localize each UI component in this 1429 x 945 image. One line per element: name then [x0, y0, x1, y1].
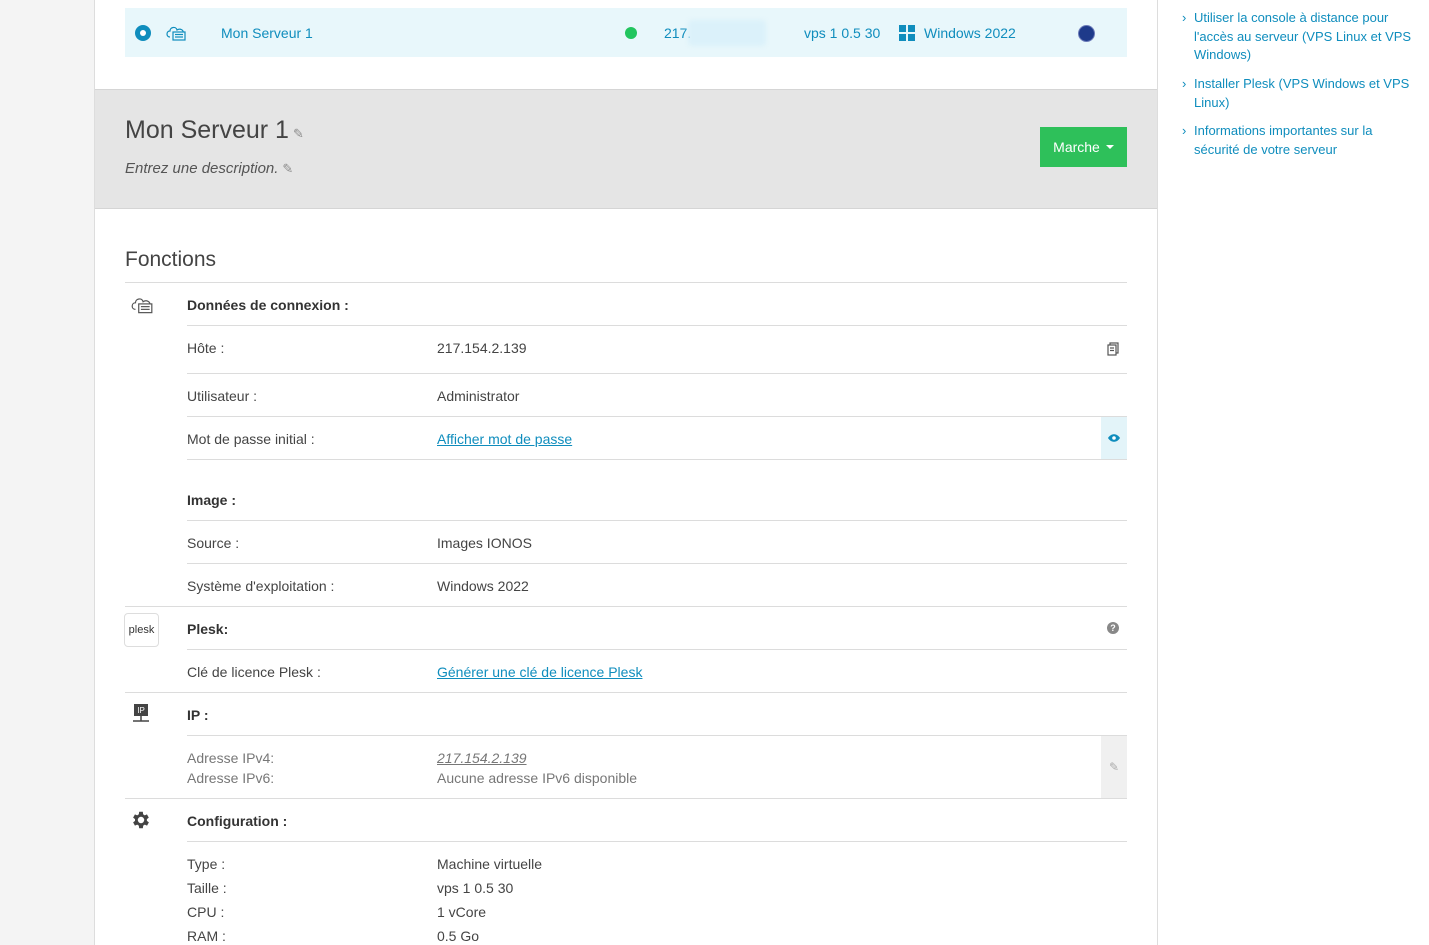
copy-icon[interactable] — [1107, 342, 1119, 359]
plesk-heading: Plesk: — [187, 621, 229, 637]
pencil-icon: ✎ — [1108, 760, 1120, 774]
server-header: Mon Serveur 1 ✎ Entrez une description. ✎ … — [95, 89, 1157, 209]
os-value: Windows 2022 — [437, 578, 529, 594]
server-description[interactable]: Entrez une description. ✎ — [125, 160, 293, 177]
server-title-text: Mon Serveur 1 — [125, 116, 289, 144]
connection-heading: Données de connexion : — [187, 297, 349, 313]
type-value: Machine virtuelle — [437, 856, 543, 872]
sidebar-link-install-plesk[interactable]: › Installer Plesk (VPS Windows et VPS Li… — [1182, 75, 1419, 112]
divider — [125, 798, 1127, 799]
divider — [187, 459, 1127, 460]
divider — [187, 325, 1127, 326]
divider — [125, 606, 1127, 607]
ipv4-label: Adresse IPv4: — [187, 750, 275, 766]
power-dropdown-button[interactable]: Marche — [1040, 127, 1127, 167]
cloud-server-icon — [165, 24, 187, 45]
help-icon[interactable]: ? — [1107, 622, 1119, 634]
edit-description-pencil-icon[interactable]: ✎ — [282, 161, 293, 177]
divider — [187, 735, 1127, 736]
show-password-link[interactable]: Afficher mot de passe — [437, 431, 572, 447]
password-label: Mot de passe initial : — [187, 431, 315, 447]
divider — [187, 520, 1127, 521]
chevron-right-icon: › — [1182, 123, 1187, 138]
host-value: 217.154.2.139 — [437, 340, 527, 356]
chevron-right-icon: › — [1182, 10, 1187, 25]
power-button-label: Marche — [1053, 139, 1100, 155]
plesk-logo: plesk — [124, 613, 159, 647]
cloud-server-icon — [130, 295, 154, 318]
status-running-dot — [625, 26, 637, 39]
config-heading: Configuration : — [187, 813, 288, 829]
divider — [187, 841, 1127, 842]
size-value: vps 1 0.5 30 — [437, 880, 514, 896]
sidebar-link-text: Informations importantes sur la sécurité… — [1194, 123, 1373, 157]
server-row-name[interactable]: Mon Serveur 1 — [221, 25, 313, 41]
ip-network-icon: IP — [131, 704, 151, 727]
caret-down-icon — [1105, 145, 1114, 149]
sidebar-link-text: Utiliser la console à distance pour l'ac… — [1194, 10, 1412, 62]
source-value: Images IONOS — [437, 535, 532, 551]
image-heading: Image : — [187, 492, 237, 508]
generate-plesk-license-link[interactable]: Générer une clé de licence Plesk — [437, 664, 642, 680]
windows-icon — [899, 25, 915, 41]
server-select-radio[interactable] — [135, 24, 151, 41]
sidebar-link-remote-console[interactable]: › Utiliser la console à distance pour l'… — [1182, 9, 1419, 65]
divider — [125, 692, 1127, 693]
plesk-license-label: Clé de licence Plesk : — [187, 664, 321, 680]
user-value: Administrator — [437, 388, 520, 404]
edit-ip-button[interactable]: ✎ — [1101, 736, 1127, 798]
ram-value: 0.5 Go — [437, 928, 480, 944]
server-list-row[interactable]: Mon Serveur 1 217. vps 1 0.5 30 Windows … — [125, 8, 1127, 57]
help-sidebar: › Utiliser la console à distance pour l'… — [1158, 0, 1429, 945]
description-placeholder: Entrez une description. — [125, 160, 279, 177]
ipv4-value[interactable]: 217.154.2.139 — [437, 750, 527, 766]
server-row-os: Windows 2022 — [924, 24, 1016, 41]
server-row-plan: vps 1 0.5 30 — [804, 24, 881, 41]
divider — [187, 649, 1127, 650]
host-label: Hôte : — [187, 340, 225, 356]
os-label: Système d'exploitation : — [187, 578, 335, 594]
divider — [187, 416, 1127, 417]
sidebar-link-security-info[interactable]: › Informations importantes sur la sécuri… — [1182, 122, 1419, 159]
ipv6-value: Aucune adresse IPv6 disponible — [437, 770, 638, 786]
server-title: Mon Serveur 1 ✎ — [125, 116, 304, 145]
ipv6-label: Adresse IPv6: — [187, 770, 275, 786]
eye-icon — [1108, 434, 1120, 442]
cpu-label: CPU : — [187, 904, 225, 920]
ip-redaction-blur — [688, 20, 766, 46]
gear-icon — [130, 809, 152, 834]
eu-flag-icon — [1078, 25, 1095, 42]
ram-label: RAM : — [187, 928, 226, 944]
divider — [187, 373, 1127, 374]
main-panel: Mon Serveur 1 217. vps 1 0.5 30 Windows … — [94, 0, 1158, 945]
chevron-right-icon: › — [1182, 76, 1187, 91]
user-label: Utilisateur : — [187, 388, 258, 404]
size-label: Taille : — [187, 880, 227, 896]
source-label: Source : — [187, 535, 240, 551]
ip-heading: IP : — [187, 707, 209, 723]
section-title: Fonctions — [125, 248, 217, 271]
show-password-button[interactable] — [1101, 417, 1127, 459]
sidebar-link-text: Installer Plesk (VPS Windows et VPS Linu… — [1194, 76, 1410, 110]
edit-title-pencil-icon[interactable]: ✎ — [293, 126, 304, 142]
type-label: Type : — [187, 856, 226, 872]
divider — [125, 282, 1127, 283]
cpu-value: 1 vCore — [437, 904, 487, 920]
divider — [187, 563, 1127, 564]
ip-icon-text: IP — [137, 706, 145, 715]
